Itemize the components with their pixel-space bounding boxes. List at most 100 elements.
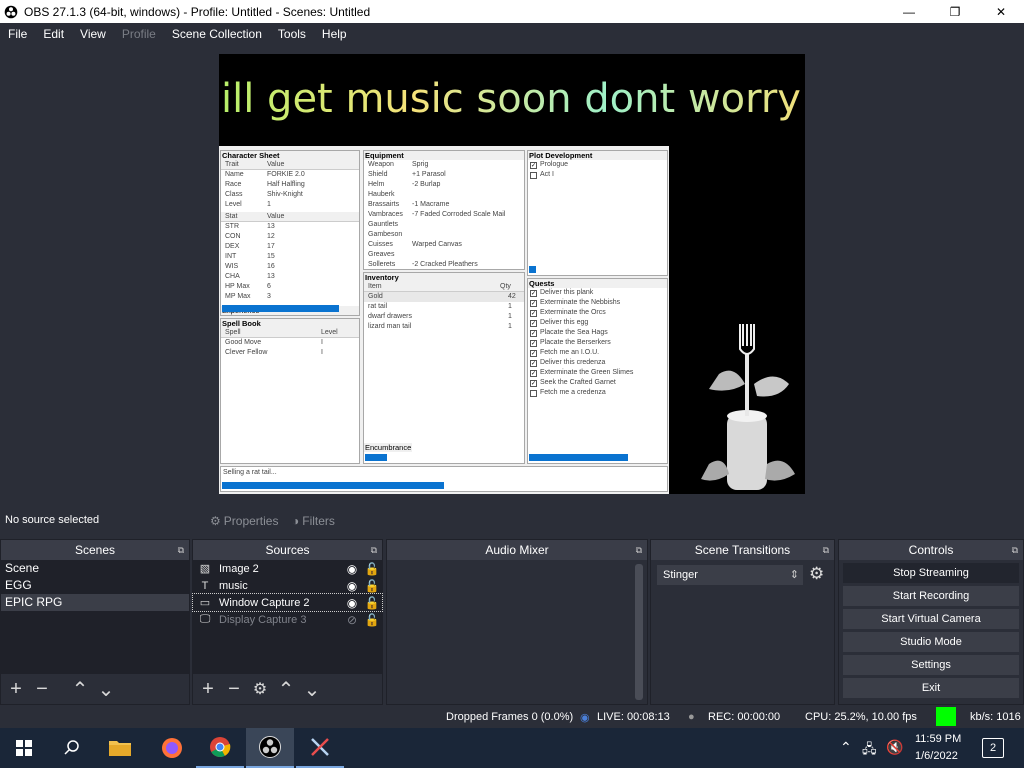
- scene-item[interactable]: Scene: [1, 560, 189, 577]
- audio-mixer-scrollbar[interactable]: [635, 564, 643, 700]
- settings-button[interactable]: Settings: [843, 655, 1019, 675]
- scenes-toolbar: + − ⌃ ⌄: [1, 674, 117, 704]
- menu-tools[interactable]: Tools: [270, 27, 314, 41]
- inventory-row[interactable]: rat tail 1: [364, 302, 524, 312]
- menu-help[interactable]: Help: [314, 27, 355, 41]
- maximize-button[interactable]: ❐: [932, 0, 978, 23]
- checkbox-checked-icon: ✓: [530, 289, 537, 297]
- properties-button[interactable]: ⚙ Properties: [210, 510, 278, 532]
- menu-edit[interactable]: Edit: [35, 27, 72, 41]
- transition-select[interactable]: Stinger ⇕: [657, 565, 803, 585]
- preview-canvas[interactable]: ill get music soon dont worry Character …: [219, 54, 805, 494]
- equipment-row: Weapon Sprig: [368, 161, 429, 168]
- stat-row: WIS 16: [225, 263, 275, 270]
- move-down-button[interactable]: ⌄: [95, 677, 117, 702]
- lock-icon[interactable]: 🔓: [362, 613, 382, 627]
- obs-taskbar[interactable]: [246, 728, 294, 768]
- undock-icon[interactable]: ⧉: [636, 540, 642, 560]
- checkbox-checked-icon: ✓: [530, 319, 537, 327]
- exit-button[interactable]: Exit: [843, 678, 1019, 698]
- scene-item[interactable]: EPIC RPG: [1, 594, 189, 611]
- studio-mode-button[interactable]: Studio Mode: [843, 632, 1019, 652]
- gear-icon: ⚙: [210, 514, 221, 528]
- inventory-row[interactable]: dwarf drawers 1: [364, 312, 524, 322]
- minimize-button[interactable]: —: [886, 0, 932, 23]
- speaker-muted-icon[interactable]: 🔇: [886, 739, 903, 756]
- move-down-button[interactable]: ⌄: [301, 677, 323, 702]
- plot-item: Act I: [528, 170, 667, 180]
- search-button[interactable]: [48, 728, 96, 768]
- audio-mixer-header: Audio Mixer ⧉: [387, 540, 647, 560]
- equipment-row: Greaves: [368, 251, 395, 258]
- game-status-text: Selling a rat tail...: [223, 469, 277, 476]
- move-up-button[interactable]: ⌃: [275, 677, 297, 702]
- plot-progress-bar: [529, 266, 536, 273]
- undock-icon[interactable]: ⧉: [823, 540, 829, 560]
- fork-flower-image: [701, 324, 795, 490]
- plot-development-panel: Plot Development ✓ Prologue Act I: [527, 150, 668, 276]
- game-taskbar[interactable]: [296, 728, 344, 768]
- inventory-row[interactable]: lizard man tail 1: [364, 322, 524, 332]
- notification-icon[interactable]: 2: [982, 738, 1004, 758]
- menu-file[interactable]: File: [0, 27, 35, 41]
- clock-date[interactable]: 1/6/2022: [915, 750, 958, 762]
- lock-icon[interactable]: 🔓: [362, 579, 382, 593]
- eye-icon[interactable]: ◉: [342, 579, 362, 593]
- quest-item: ✓ Placate the Sea Hags: [530, 329, 608, 337]
- add-source-button[interactable]: +: [197, 678, 219, 701]
- trait-row: Race Half Halfling: [225, 181, 305, 188]
- undock-icon[interactable]: ⧉: [1012, 540, 1018, 560]
- menu-scene-collection[interactable]: Scene Collection: [164, 27, 270, 41]
- undock-icon[interactable]: ⧉: [371, 540, 377, 560]
- chevron-up-icon[interactable]: ⌃: [840, 739, 852, 756]
- stop-streaming-button[interactable]: Stop Streaming: [843, 563, 1019, 583]
- start-button[interactable]: [0, 728, 48, 768]
- quest-item: Fetch me a credenza: [528, 388, 667, 398]
- equipment-row: Gauntlets: [368, 221, 398, 228]
- checkbox-checked-icon: ✓: [530, 349, 537, 357]
- menu-view[interactable]: View: [72, 27, 114, 41]
- source-item[interactable]: 🖵 Display Capture 3 ⊘ 🔓: [193, 611, 382, 628]
- menu-profile[interactable]: Profile: [114, 27, 164, 41]
- checkbox-checked-icon: ✓: [530, 339, 537, 347]
- lock-icon[interactable]: 🔓: [362, 562, 382, 576]
- source-item[interactable]: Tmusic ◉ 🔓: [193, 577, 382, 594]
- inventory-panel: Inventory Item Qty Gold 42 rat tail 1 dwarf d…: [363, 272, 525, 464]
- crossed-swords-icon: [311, 738, 329, 756]
- firefox-taskbar[interactable]: [148, 728, 196, 768]
- equipment-row: Cuisses Warped Canvas: [368, 241, 462, 248]
- inventory-row[interactable]: Gold 42: [364, 292, 524, 302]
- start-virtual-camera-button[interactable]: Start Virtual Camera: [843, 609, 1019, 629]
- filters-button[interactable]: ◑ Filters: [292, 510, 335, 532]
- transition-gear-icon[interactable]: ⚙: [809, 564, 824, 584]
- controls-dock: Controls ⧉ Stop Streaming Start Recording…: [838, 539, 1024, 705]
- preview-area: ill get music soon dont worry Character …: [0, 44, 1024, 504]
- eye-icon[interactable]: ◉: [342, 562, 362, 576]
- file-explorer-taskbar[interactable]: [96, 728, 144, 768]
- lock-icon[interactable]: 🔓: [362, 596, 382, 610]
- undock-icon[interactable]: ⧉: [178, 540, 184, 560]
- trait-row: Class Shiv-Knight: [225, 191, 303, 198]
- clock-time[interactable]: 11:59 PM: [915, 733, 961, 745]
- source-properties-button[interactable]: ⚙: [249, 679, 271, 699]
- chrome-taskbar[interactable]: [196, 728, 244, 768]
- source-item[interactable]: ▭ Window Capture 2 ◉ 🔓: [192, 593, 383, 612]
- game-status-bar: [222, 482, 444, 489]
- remove-scene-button[interactable]: −: [31, 678, 53, 701]
- equipment-panel: Equipment Weapon Sprig Shield +1 Parasol Hel…: [363, 150, 525, 270]
- start-recording-button[interactable]: Start Recording: [843, 586, 1019, 606]
- eye-icon[interactable]: ◉: [342, 596, 362, 610]
- add-scene-button[interactable]: +: [5, 678, 27, 701]
- checkbox-empty-icon: [530, 389, 537, 397]
- stat-row: STR 13: [225, 223, 275, 230]
- source-item[interactable]: ▧ Image 2 ◉ 🔓: [193, 560, 382, 577]
- scene-item[interactable]: EGG: [1, 577, 189, 594]
- quest-item: ✓ Exterminate the Orcs: [530, 309, 606, 317]
- close-button[interactable]: ✕: [978, 0, 1024, 23]
- eye-hidden-icon[interactable]: ⊘: [342, 613, 362, 627]
- move-up-button[interactable]: ⌃: [69, 677, 91, 702]
- remove-source-button[interactable]: −: [223, 678, 245, 701]
- stat-row: HP Max 6: [225, 283, 271, 290]
- network-icon[interactable]: 🖧: [862, 740, 877, 762]
- taskbar: ⌃ 🖧 🔇 11:59 PM 1/6/2022 2: [0, 728, 1024, 768]
